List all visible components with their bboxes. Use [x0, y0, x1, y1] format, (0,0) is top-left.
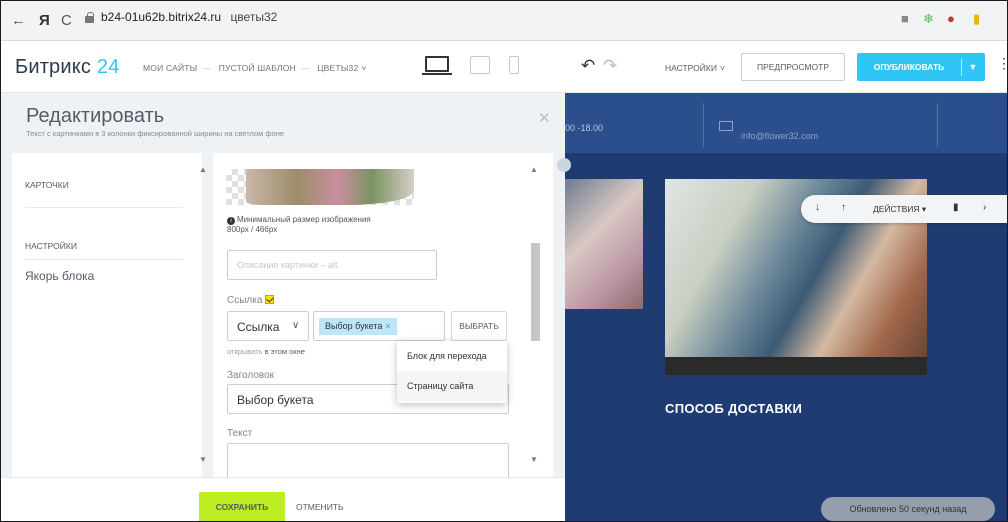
- settings-label: НАСТРОЙКИ: [665, 63, 717, 73]
- min-size-px: 800px / 466px: [227, 225, 278, 234]
- opens-value[interactable]: в этом окне: [265, 347, 305, 356]
- slider-dot[interactable]: [557, 158, 571, 172]
- form-scroll-down-icon[interactable]: ▼: [530, 455, 538, 464]
- heading-label: Заголовок: [227, 370, 275, 381]
- info-icon: i: [227, 217, 235, 225]
- back-icon[interactable]: ←: [11, 12, 26, 29]
- actions-label: ДЕЙСТВИЯ: [873, 204, 920, 214]
- actions-menu[interactable]: ДЕЙСТВИЯ ▾: [873, 204, 926, 215]
- logo-main: Битрикс: [15, 56, 92, 78]
- extension-icon[interactable]: ❄: [923, 11, 934, 27]
- yandex-icon[interactable]: Я: [39, 12, 50, 29]
- site-header-strip: 00 -18.00 info@flower32.com: [565, 93, 1007, 153]
- edit-panel: Редактировать Текст с картинками в 3 кол…: [1, 93, 565, 477]
- link-type-dropdown: Блок для перехода Страницу сайта: [397, 341, 507, 403]
- heading-value: Выбор букета: [237, 393, 314, 407]
- link-checkbox[interactable]: [265, 294, 275, 304]
- logo[interactable]: Битрикс 24: [15, 56, 120, 79]
- flower-image: [246, 169, 414, 205]
- link-type-value: Ссылка: [237, 320, 280, 334]
- site-email: info@flower32.com: [741, 131, 819, 141]
- text-label: Текст: [227, 428, 253, 439]
- move-up-icon[interactable]: ↑: [841, 202, 846, 213]
- form-scroll-thumb[interactable]: [531, 243, 540, 341]
- breadcrumb-empty-template[interactable]: ПУСТОЙ ШАБЛОН: [219, 63, 296, 73]
- battery-icon[interactable]: ▮: [973, 11, 980, 27]
- address-title: цветы32: [230, 10, 278, 24]
- preview-button[interactable]: ПРЕДПРОСМОТР: [741, 53, 845, 81]
- delete-icon[interactable]: ▮: [953, 202, 959, 213]
- browser-toolbar: ← Я C b24-01u62b.bitrix24.ru цветы32 ■ ❄…: [1, 1, 1007, 41]
- link-tag: Выбор букета ×: [319, 318, 397, 335]
- alt-placeholder: Описание картинки – alt.: [237, 260, 340, 270]
- scroll-down-icon[interactable]: ▼: [199, 455, 207, 464]
- breadcrumb: МОИ САЙТЫ — ПУСТОЙ ШАБЛОН — ЦВЕТЫ32 ˅: [143, 63, 367, 73]
- remove-tag-icon[interactable]: ×: [385, 321, 390, 331]
- edit-sidebar: КАРТОЧКИ НАСТРОЙКИ Якорь блока ▲ ▼: [12, 153, 207, 477]
- edit-panel-title: Редактировать: [26, 105, 165, 127]
- sidebar-item-anchor[interactable]: Якорь блока: [25, 269, 94, 283]
- edit-panel-subtitle: Текст с картинками в 3 колонки фиксирова…: [26, 129, 285, 138]
- site-section-heading: СПОСОБ ДОСТАВКИ: [665, 401, 803, 416]
- text-input[interactable]: [227, 443, 509, 477]
- edit-footer: СОХРАНИТЬ ОТМЕНИТЬ: [1, 477, 565, 521]
- address-domain: b24-01u62b.bitrix24.ru: [101, 10, 222, 24]
- ublock-icon[interactable]: ●: [947, 11, 955, 26]
- publish-dropdown-icon[interactable]: ▼: [961, 53, 985, 81]
- lock-icon: [85, 12, 94, 23]
- dropdown-item-page[interactable]: Страницу сайта: [397, 371, 507, 401]
- dropdown-item-block[interactable]: Блок для перехода: [397, 341, 507, 371]
- image-preview[interactable]: [226, 169, 414, 205]
- edit-form: i Минимальный размер изображения 800px / …: [213, 153, 553, 477]
- sidebar-item-cards[interactable]: КАРТОЧКИ: [25, 180, 69, 190]
- link-type-select[interactable]: Ссылка ∨: [227, 311, 309, 341]
- more-actions-icon[interactable]: ›: [983, 202, 986, 213]
- link-label-text: Ссылка: [227, 295, 263, 306]
- close-icon[interactable]: ✕: [538, 109, 551, 127]
- chevron-down-icon: ∨: [292, 320, 300, 331]
- site-preview: 00 -18.00 info@flower32.com СПОСОБ ДОСТА…: [557, 93, 1007, 521]
- cancel-button[interactable]: ОТМЕНИТЬ: [296, 492, 344, 521]
- app-header: Битрикс 24 МОИ САЙТЫ — ПУСТОЙ ШАБЛОН — ЦВЕ…: [1, 41, 1007, 93]
- save-button[interactable]: СОХРАНИТЬ: [199, 492, 285, 521]
- mobile-view-icon[interactable]: [509, 56, 519, 74]
- redo-icon[interactable]: ↷: [603, 56, 617, 76]
- updated-status: Обновлено 50 секунд назад: [821, 497, 995, 521]
- breadcrumb-site[interactable]: ЦВЕТЫ32: [317, 63, 358, 73]
- image-size-hint: i Минимальный размер изображения 800px / …: [227, 215, 417, 235]
- block-actions-toolbar: ↓ ↑ ДЕЙСТВИЯ ▾ ▮ ›: [801, 195, 1007, 223]
- desktop-view-icon[interactable]: [422, 56, 452, 75]
- scroll-up-icon[interactable]: ▲: [199, 165, 207, 174]
- form-scroll-up-icon[interactable]: ▲: [530, 165, 538, 174]
- move-down-icon[interactable]: ↓: [815, 202, 820, 213]
- address-bar[interactable]: b24-01u62b.bitrix24.ru цветы32: [101, 10, 277, 24]
- reload-icon[interactable]: C: [61, 12, 72, 29]
- link-label: Ссылка: [227, 294, 275, 306]
- publish-label: ОПУБЛИКОВАТЬ: [873, 62, 945, 72]
- breadcrumb-my-sites[interactable]: МОИ САЙТЫ: [143, 63, 197, 73]
- site-hours: 00 -18.00: [565, 123, 604, 133]
- logo-number: 24: [96, 56, 120, 78]
- min-size-text: Минимальный размер изображения: [237, 215, 371, 224]
- screen: ← Я C b24-01u62b.bitrix24.ru цветы32 ■ ❄…: [0, 0, 1008, 522]
- alt-text-input[interactable]: Описание картинки – alt.: [227, 250, 437, 280]
- more-icon[interactable]: ⋮: [997, 55, 1007, 72]
- tablet-view-icon[interactable]: [470, 56, 490, 74]
- flowers-photo: [565, 179, 643, 309]
- settings-menu[interactable]: НАСТРОЙКИ ˅: [665, 63, 725, 73]
- sidebar-scrollbar[interactable]: ▲ ▼: [198, 165, 208, 465]
- opens-prefix: открывать: [227, 347, 263, 356]
- photo-caption-bar: [665, 357, 927, 375]
- link-target-input[interactable]: Выбор букета ×: [313, 311, 445, 341]
- open-target: открывать в этом окне: [227, 347, 305, 356]
- bookmark-icon[interactable]: ■: [901, 11, 909, 26]
- publish-button[interactable]: ОПУБЛИКОВАТЬ ▼: [857, 53, 985, 81]
- choose-button[interactable]: ВЫБРАТЬ: [451, 311, 507, 341]
- mail-icon: [719, 121, 733, 131]
- undo-icon[interactable]: ↶: [581, 56, 595, 76]
- sidebar-item-settings[interactable]: НАСТРОЙКИ: [25, 241, 77, 251]
- link-tag-label: Выбор букета: [325, 321, 383, 331]
